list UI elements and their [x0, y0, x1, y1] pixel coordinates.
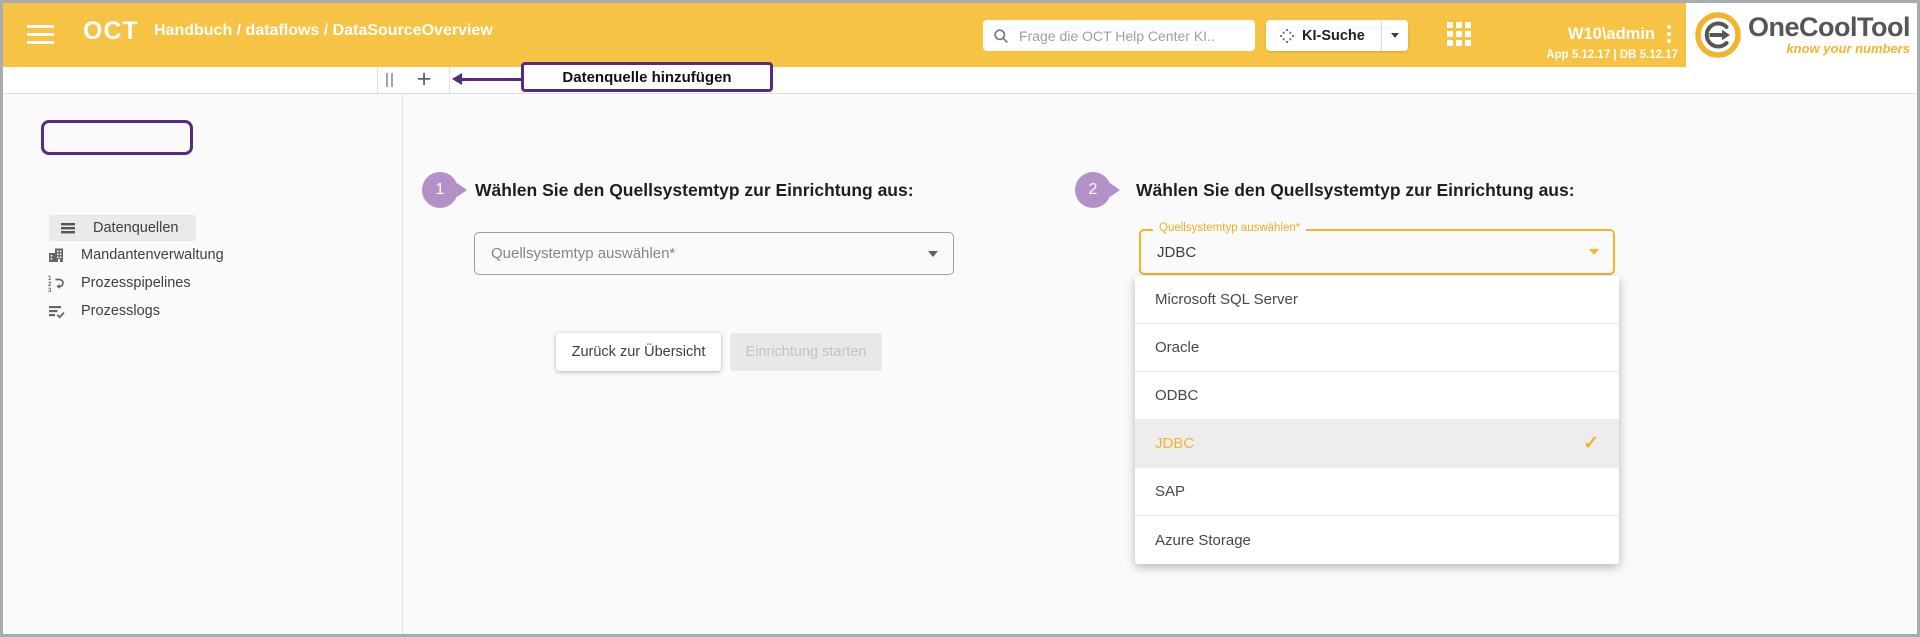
option-microsoft-sql-server[interactable]: Microsoft SQL Server — [1135, 276, 1619, 324]
select-placeholder: Quellsystemtyp auswählen* — [491, 245, 928, 262]
step-number: 2 — [1089, 181, 1098, 199]
step-number: 1 — [436, 181, 445, 199]
option-oracle[interactable]: Oracle — [1135, 324, 1619, 372]
annotation-text: Datenquelle hinzufügen — [562, 69, 731, 86]
option-odbc[interactable]: ODBC — [1135, 372, 1619, 420]
chevron-down-icon — [1589, 249, 1599, 255]
top-bar: OCT Handbuch / dataflows / DataSourceOve… — [3, 3, 1917, 67]
ki-sparkle-icon — [1280, 29, 1294, 43]
sidebar-item-label: Prozesspipelines — [81, 275, 191, 291]
option-sap[interactable]: SAP — [1135, 468, 1619, 516]
annotation-callout: Datenquelle hinzufügen — [521, 62, 773, 92]
sidebar-item-prozesslogs[interactable]: Prozesslogs — [47, 298, 160, 324]
option-label: SAP — [1155, 483, 1185, 500]
check-icon: ✓ — [1583, 432, 1599, 455]
select-options-panel: Microsoft SQL Server Oracle ODBC JDBC ✓ … — [1135, 276, 1619, 564]
quellsystemtyp-select-open[interactable]: JDBC — [1139, 229, 1615, 275]
app-title: OCT — [83, 17, 139, 46]
option-label: JDBC — [1155, 435, 1194, 452]
user-block: W10\admin App 5.12.17 | DB 5.12.17 — [1473, 23, 1673, 61]
content-toolbar: + — [3, 67, 1917, 94]
apps-grid-icon[interactable] — [1447, 22, 1472, 47]
option-label: Microsoft SQL Server — [1155, 291, 1298, 308]
onecooltool-logo-icon — [1694, 11, 1742, 59]
step-1-badge: 1 — [422, 172, 458, 208]
help-search-box[interactable] — [983, 20, 1255, 51]
toolbar-divider — [377, 67, 378, 93]
step-2-heading: Wählen Sie den Quellsystemtyp zur Einric… — [1136, 180, 1575, 201]
building-icon — [47, 246, 65, 264]
sidebar: Datenquellen Mandantenverwaltung — [3, 94, 403, 637]
ki-search-label: KI-Suche — [1302, 28, 1365, 44]
svg-text:3: 3 — [48, 288, 52, 292]
logo-wordmark: OneCoolTool — [1748, 14, 1910, 40]
option-azure-storage[interactable]: Azure Storage — [1135, 516, 1619, 564]
log-check-icon — [47, 302, 65, 320]
ki-search-split-button: KI-Suche — [1266, 20, 1408, 51]
numbered-pipeline-icon: 123 — [47, 274, 65, 292]
sidebar-item-label: Datenquellen — [93, 220, 178, 236]
step-2-badge: 2 — [1075, 172, 1111, 208]
username[interactable]: W10\admin — [1568, 25, 1655, 44]
sidebar-item-mandantenverwaltung[interactable]: Mandantenverwaltung — [47, 242, 224, 268]
quellsystemtyp-select-empty[interactable]: Quellsystemtyp auswählen* — [474, 232, 954, 275]
search-icon — [993, 28, 1009, 44]
ki-search-dropdown-toggle[interactable] — [1381, 20, 1408, 51]
toolbar-divider — [449, 67, 450, 93]
start-setup-button[interactable]: Einrichtung starten — [730, 333, 882, 371]
select-value: JDBC — [1157, 244, 1589, 261]
sidebar-item-label: Mandantenverwaltung — [81, 247, 224, 263]
app-window: OCT Handbuch / dataflows / DataSourceOve… — [0, 0, 1920, 637]
sidebar-item-prozesspipelines[interactable]: 123 Prozesspipelines — [47, 270, 191, 296]
option-label: Oracle — [1155, 339, 1199, 356]
option-label: Azure Storage — [1155, 532, 1251, 549]
hamburger-menu-icon[interactable] — [27, 25, 54, 44]
back-to-overview-button[interactable]: Zurück zur Übersicht — [556, 333, 721, 371]
kebab-menu-icon[interactable] — [1665, 23, 1673, 45]
brand-logo: OneCoolTool know your numbers — [1686, 3, 1920, 67]
logo-tagline: know your numbers — [1786, 41, 1910, 56]
option-label: ODBC — [1155, 387, 1198, 404]
ki-search-button[interactable]: KI-Suche — [1266, 20, 1381, 51]
drag-handle-icon[interactable] — [386, 73, 393, 87]
list-icon — [59, 219, 77, 237]
select-floating-label: Quellsystemtyp auswählen* — [1153, 222, 1306, 234]
chevron-down-icon — [1391, 33, 1399, 38]
breadcrumb: Handbuch / dataflows / DataSourceOvervie… — [154, 22, 493, 40]
step-1-heading: Wählen Sie den Quellsystemtyp zur Einric… — [475, 180, 914, 201]
add-datasource-button[interactable]: + — [411, 65, 437, 93]
chevron-down-icon — [928, 251, 938, 257]
sidebar-item-datenquellen[interactable]: Datenquellen — [49, 215, 196, 241]
search-input[interactable] — [1017, 27, 1245, 45]
option-jdbc[interactable]: JDBC ✓ — [1135, 420, 1619, 468]
sidebar-item-label: Prozesslogs — [81, 303, 160, 319]
version-info: App 5.12.17 | DB 5.12.17 — [1473, 49, 1678, 61]
annotation-arrow-left-icon — [461, 78, 521, 81]
